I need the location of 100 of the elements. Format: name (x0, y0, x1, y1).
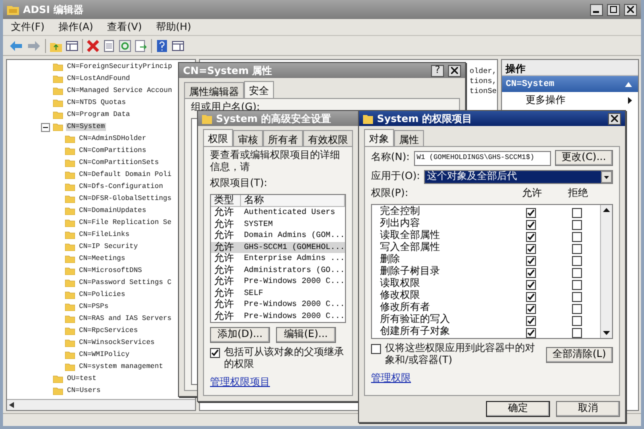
checkbox[interactable] (572, 232, 582, 242)
list-row[interactable]: 允许 Domain Admins (GOM... (211, 230, 345, 242)
checkbox[interactable] (572, 220, 582, 230)
checkbox[interactable] (526, 316, 536, 326)
instruction-text: 要查看或编辑权限项目的详细信息，请 (210, 150, 341, 174)
close-button[interactable] (448, 64, 461, 76)
checkbox[interactable] (526, 220, 536, 230)
checkbox[interactable] (526, 304, 536, 314)
action-item[interactable]: 更多操作 (502, 92, 638, 108)
permission-name: 读取全部属性 (379, 230, 441, 242)
menu-item[interactable]: 操作(A) (58, 20, 94, 34)
close-icon (627, 6, 634, 13)
scroll-left-icon[interactable] (9, 402, 14, 408)
actions-section[interactable]: CN=System (502, 76, 638, 92)
checkbox[interactable] (371, 344, 381, 354)
tab[interactable]: 有效权限 (303, 130, 353, 146)
tab[interactable]: 审核 (233, 130, 263, 146)
maximize-icon (610, 6, 617, 13)
properties-icon[interactable] (103, 40, 115, 52)
field-label: 权限项目(T): (210, 178, 268, 190)
collapse-icon[interactable] (41, 122, 50, 132)
panel-icon[interactable] (66, 40, 78, 52)
dropdown-icon[interactable] (601, 171, 612, 183)
list-row[interactable]: 允许 Enterprise Admins ... (211, 253, 345, 264)
close-button[interactable] (624, 4, 637, 16)
help-button[interactable]: ? (431, 64, 444, 76)
tab[interactable]: 属性 (394, 130, 424, 146)
folder-icon (202, 114, 212, 124)
checkbox[interactable] (526, 328, 536, 338)
menu-item[interactable]: 文件(F) (11, 20, 45, 34)
permission-name: 删除子树目录 (379, 266, 441, 278)
permission-name: 创建所有子对象 (379, 326, 451, 338)
list-row[interactable]: 允许 SYSTEM (211, 218, 345, 230)
field-label: 权限(P): (371, 188, 408, 200)
checkbox[interactable] (572, 304, 582, 314)
checkbox[interactable] (526, 292, 536, 302)
minimize-button[interactable] (590, 4, 603, 16)
checkbox[interactable] (572, 244, 582, 254)
folder-icon (363, 114, 373, 124)
list-row[interactable]: 允许 GHS-SCCM1 (GOMEHOL... (211, 242, 345, 253)
list-row[interactable]: 允许 Authenticated Users (211, 207, 345, 218)
list-row[interactable]: 允许 Pre-Windows 2000 C... (211, 276, 345, 288)
checkbox-label: 包括可从该对象的父项继承的权限 (224, 347, 345, 371)
apply-to-dropdown[interactable]: 这个对象及全部后代 (424, 170, 613, 184)
scrollbar[interactable] (7, 399, 195, 410)
actions-title: 操作 (502, 60, 638, 76)
field-label: 应用于(O): (371, 171, 420, 183)
tab[interactable]: 对象 (364, 129, 394, 147)
permission-name: 读取权限 (379, 278, 421, 290)
tab[interactable]: 安全 (244, 81, 274, 99)
dialog-button[interactable]: 编辑(E)... (276, 327, 336, 343)
scrollbar[interactable] (600, 205, 612, 338)
change-button[interactable]: 更改(C)... (554, 150, 613, 166)
export-icon[interactable] (135, 40, 147, 52)
delete-icon[interactable] (87, 40, 99, 52)
checkbox[interactable] (572, 328, 582, 338)
list-row[interactable]: 允许 Administrators (GO... (211, 264, 345, 276)
column-header: 允许 (521, 188, 543, 200)
close-button[interactable] (608, 112, 621, 124)
tab[interactable]: 属性编辑器 (184, 82, 244, 98)
arrow-right-icon (628, 96, 632, 104)
dialog-title: CN=System 属性 (183, 64, 274, 78)
ok-button[interactable]: 确定 (486, 401, 550, 417)
checkbox[interactable] (526, 280, 536, 290)
refresh-icon[interactable] (119, 40, 131, 52)
link[interactable]: 管理权限 (371, 371, 613, 385)
permission-name: 写入全部属性 (379, 242, 441, 254)
checkbox[interactable] (526, 268, 536, 278)
cancel-button[interactable]: 取消 (556, 401, 620, 417)
field-label: 名称(N): (371, 152, 410, 164)
dialog-button[interactable]: 添加(D)... (210, 327, 270, 343)
menu-item[interactable]: 查看(V) (107, 20, 142, 34)
checkbox[interactable] (210, 348, 220, 358)
checkbox[interactable] (572, 268, 582, 278)
tab[interactable]: 所有者 (263, 130, 303, 146)
collapse-icon (625, 82, 632, 86)
column-header[interactable]: 类型 (211, 195, 241, 206)
clear-all-button[interactable]: 全部清除(L) (546, 347, 613, 363)
panel-icon[interactable] (172, 40, 184, 52)
menu-item[interactable]: 帮助(H) (156, 20, 192, 34)
checkbox[interactable] (572, 208, 582, 218)
list-row[interactable]: 允许 SELF (211, 288, 345, 299)
checkbox[interactable] (526, 232, 536, 242)
checkbox[interactable] (526, 256, 536, 266)
tab[interactable]: 权限 (203, 129, 233, 147)
list-row[interactable]: 允许 Pre-Windows 2000 C... (211, 310, 345, 322)
checkbox[interactable] (526, 244, 536, 254)
back-icon[interactable] (9, 40, 23, 52)
column-header: 拒绝 (567, 188, 589, 200)
checkbox[interactable] (572, 316, 582, 326)
maximize-button[interactable] (607, 4, 620, 16)
checkbox[interactable] (572, 256, 582, 266)
checkbox[interactable] (572, 292, 582, 302)
list-row[interactable]: 允许 Pre-Windows 2000 C... (211, 299, 345, 310)
help-icon[interactable] (156, 40, 168, 52)
checkbox[interactable] (572, 280, 582, 290)
dialog-title: System 的权限项目 (377, 112, 474, 126)
permission-name: 完全控制 (379, 206, 421, 218)
checkbox[interactable] (526, 208, 536, 218)
link[interactable]: 管理权限项目 (210, 375, 346, 389)
